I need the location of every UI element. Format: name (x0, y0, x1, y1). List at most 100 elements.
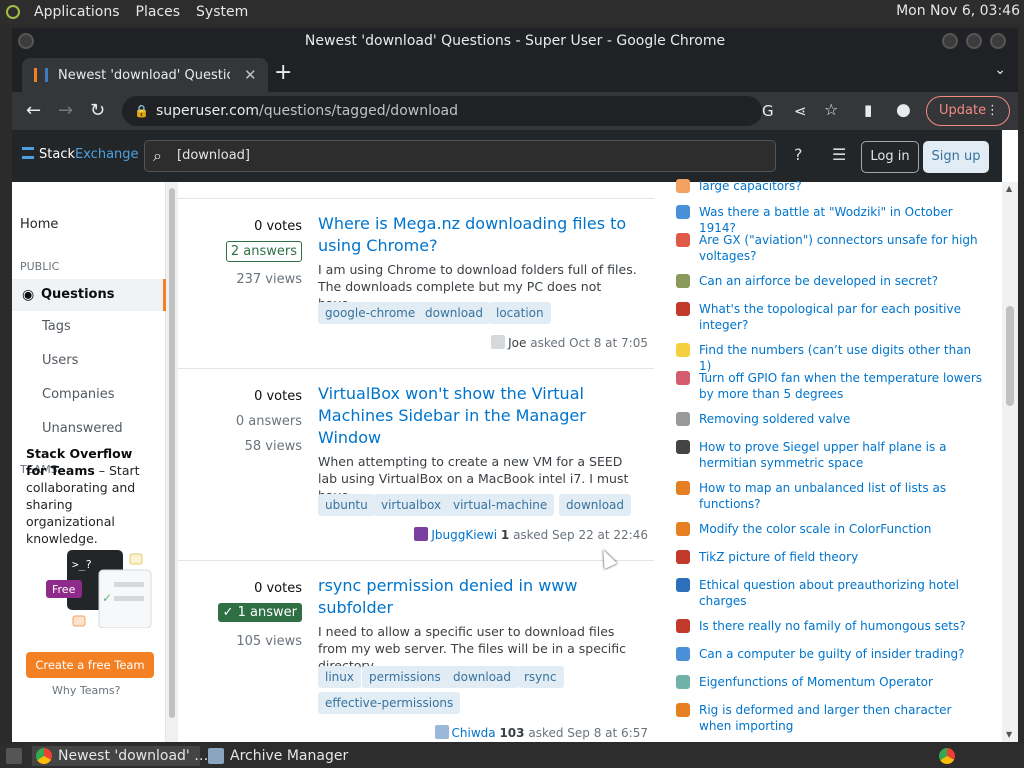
site-icon (676, 647, 690, 661)
hnq-title: Removing soldered valve (699, 412, 851, 426)
new-tab-icon[interactable]: + (274, 60, 292, 85)
scroll-down-icon[interactable]: ▼ (1006, 730, 1012, 739)
hnq-item[interactable]: Ethical question about preauthorizing ho… (672, 577, 984, 609)
tab-search-chevron-icon[interactable]: ⌄ (994, 62, 1006, 78)
hnq-item[interactable]: Are GX ("aviation") connectors unsafe fo… (672, 232, 984, 264)
tag-download[interactable]: download (446, 666, 519, 688)
tab-close-icon[interactable]: ✕ (244, 66, 257, 84)
hnq-item[interactable]: What's the topological par for each posi… (672, 301, 984, 333)
reload-icon[interactable]: ↻ (90, 100, 105, 121)
user-link[interactable]: JbuggKiewi (431, 528, 497, 542)
hnq-title: large capacitors? (699, 179, 802, 193)
hnq-item[interactable]: Can a computer be guilty of insider trad… (672, 646, 984, 662)
clock[interactable]: Mon Nov 6, 03:46 (896, 3, 1020, 19)
tag-linux[interactable]: linux (318, 666, 361, 688)
tag-permissions[interactable]: permissions (362, 666, 448, 688)
hnq-item[interactable]: large capacitors? (672, 178, 984, 194)
tag-download[interactable]: download (418, 302, 491, 324)
task-archive-manager[interactable]: Archive Manager (204, 746, 364, 766)
user-link[interactable]: Chiwda (452, 726, 496, 740)
page-scrollbar[interactable]: ▲ ▼ (1002, 182, 1018, 742)
update-button[interactable]: Update ⋮ (926, 96, 1010, 126)
site-switcher-icon[interactable]: ☰ (832, 145, 846, 164)
why-teams-link[interactable]: Why Teams? (52, 684, 121, 697)
help-icon[interactable]: ? (794, 145, 803, 164)
menu-places[interactable]: Places (128, 4, 189, 20)
hnq-item[interactable]: Can an airforce be developed in secret? (672, 273, 984, 289)
question-answers: 0 answers (235, 414, 302, 429)
google-lens-icon[interactable]: G (762, 102, 774, 120)
teams-promo: Stack Overflow for Teams – Start collabo… (26, 445, 154, 547)
tag-google-chrome[interactable]: google-chrome (318, 302, 423, 324)
page-scrollbar-thumb[interactable] (1006, 306, 1014, 406)
nav-unanswered[interactable]: Unanswered (42, 421, 123, 436)
user-avatar[interactable] (491, 335, 506, 349)
address-bar[interactable]: 🔒 superuser.com/questions/tagged/downloa… (122, 96, 762, 126)
search-input[interactable]: ⌕ [download] (144, 140, 776, 172)
create-team-button[interactable]: Create a free Team (26, 652, 154, 678)
hnq-item[interactable]: Rig is deformed and larger then characte… (672, 702, 984, 734)
url-path: /questions/tagged/download (259, 103, 458, 119)
side-panel-icon[interactable]: ▮ (864, 101, 872, 119)
se-header: StackExchange ⌕ [download] ? ☰ Log in Si… (12, 130, 1002, 182)
sidebar-scrollbar-thumb[interactable] (169, 188, 175, 718)
share-icon[interactable]: ⋖ (794, 102, 807, 120)
nav-companies[interactable]: Companies (42, 387, 115, 402)
menu-system[interactable]: System (188, 4, 256, 20)
hnq-item[interactable]: Modify the color scale in ColorFunction (672, 521, 984, 537)
user-avatar[interactable] (414, 527, 429, 541)
tag-virtual-machine[interactable]: virtual-machine (446, 494, 555, 516)
hnq-item[interactable]: How to map an unbalanced list of lists a… (672, 480, 984, 512)
nav-questions[interactable]: ◉ Questions (12, 279, 166, 311)
question-title-link[interactable]: Where is Mega.nz downloading files to us… (318, 213, 644, 257)
kebab-menu-icon[interactable]: ⋮ (986, 97, 999, 125)
scroll-up-icon[interactable]: ▲ (1006, 184, 1012, 193)
hnq-title: What's the topological par for each posi… (699, 302, 961, 332)
nav-heading-public: PUBLIC (20, 260, 60, 273)
os-taskbar: Newest 'download' … Archive Manager (0, 744, 1024, 768)
login-button[interactable]: Log in (861, 141, 919, 173)
tab-active[interactable]: Newest 'download' Questions ✕ (22, 58, 268, 92)
question-views: 105 views (236, 634, 302, 649)
tag-location[interactable]: location (489, 302, 551, 324)
tag-virtualbox[interactable]: virtualbox (374, 494, 449, 516)
hnq-title: Can an airforce be developed in secret? (699, 274, 939, 288)
signup-button[interactable]: Sign up (923, 141, 989, 173)
task-chrome[interactable]: Newest 'download' … (32, 746, 208, 766)
user-link[interactable]: Joe (508, 336, 526, 350)
tray-chrome-icon[interactable] (936, 746, 958, 766)
hnq-item[interactable]: Turn off GPIO fan when the temperature l… (672, 370, 984, 402)
tag-rsync[interactable]: rsync (517, 666, 564, 688)
back-arrow-icon[interactable]: ← (26, 100, 41, 121)
sidebar-scrollbar[interactable] (166, 182, 178, 742)
hnq-item[interactable]: Is there really no family of humongous s… (672, 618, 984, 634)
close-window-icon[interactable] (990, 33, 1006, 49)
tag-ubuntu[interactable]: ubuntu (318, 494, 375, 516)
question-title-link[interactable]: rsync permission denied in www subfolder (318, 575, 644, 619)
hnq-item[interactable]: Eigenfunctions of Momentum Operator (672, 674, 984, 690)
tag-download[interactable]: download (559, 494, 632, 516)
menu-applications[interactable]: Applications (26, 4, 128, 20)
hnq-item[interactable]: How to prove Siegel upper half plane is … (672, 439, 984, 471)
bookmark-star-icon[interactable]: ☆ (824, 100, 838, 119)
forward-arrow-icon[interactable]: → (58, 100, 73, 121)
nav-tags[interactable]: Tags (42, 319, 71, 334)
show-desktop-icon[interactable] (0, 746, 30, 766)
nav-users[interactable]: Users (42, 353, 78, 368)
hnq-title: TikZ picture of field theory (699, 550, 859, 564)
question-votes: 0 votes (254, 389, 302, 404)
stackexchange-logo[interactable]: StackExchange (22, 146, 139, 162)
hnq-item[interactable]: TikZ picture of field theory (672, 549, 984, 565)
window-menu-icon[interactable] (18, 33, 34, 49)
lock-icon[interactable]: 🔒 (134, 96, 149, 126)
question-title-link[interactable]: VirtualBox won't show the Virtual Machin… (318, 383, 644, 449)
minimize-icon[interactable] (942, 33, 958, 49)
nav-home[interactable]: Home (20, 217, 58, 232)
os-logo-icon[interactable] (0, 0, 26, 24)
tag-effective-permissions[interactable]: effective-permissions (318, 692, 461, 714)
hnq-item[interactable]: Removing soldered valve (672, 411, 984, 427)
maximize-icon[interactable] (966, 33, 982, 49)
user-avatar[interactable] (434, 725, 449, 739)
profile-avatar-icon[interactable]: ● (896, 100, 911, 120)
stackexchange-logo-icon (22, 147, 34, 159)
